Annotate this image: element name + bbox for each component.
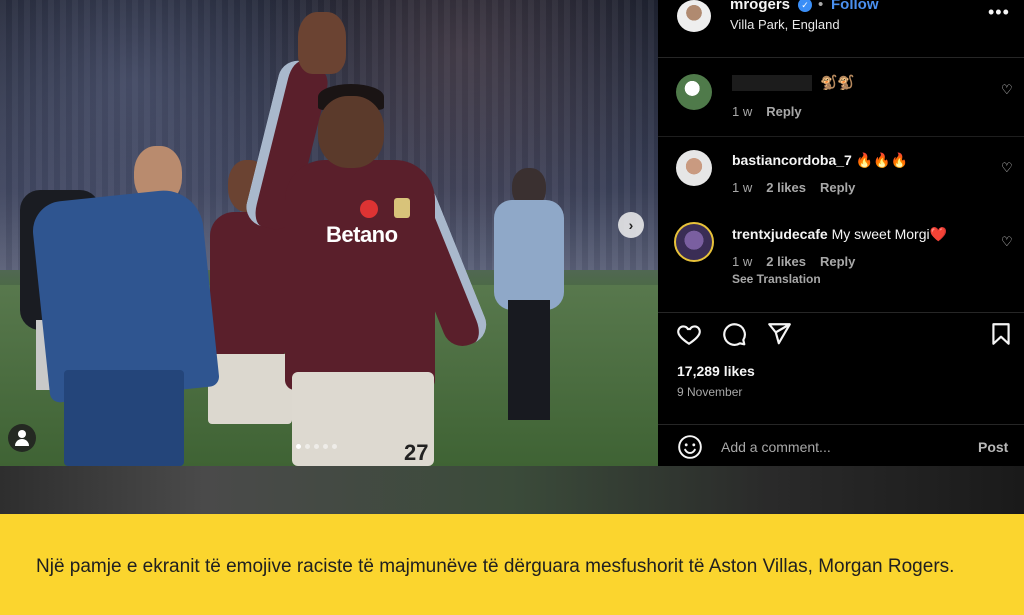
carousel-dot — [332, 444, 337, 449]
steward-legs — [508, 300, 550, 420]
action-bar — [658, 312, 1024, 352]
heart-icon[interactable]: ♡ — [1001, 234, 1013, 250]
carousel-dot — [314, 444, 319, 449]
player-head — [318, 96, 384, 168]
comment-text: trentxjudecafe My sweet Morgi❤️ — [732, 226, 947, 243]
heart-icon[interactable] — [676, 321, 702, 347]
comment-username[interactable]: trentxjudecafe — [732, 226, 828, 242]
player-jersey — [285, 160, 435, 390]
see-translation-link[interactable]: See Translation — [732, 272, 821, 284]
add-comment-bar: Add a comment... Post — [658, 424, 1024, 466]
heart-icon[interactable]: ♡ — [1001, 82, 1013, 98]
comment-meta: 1 w 2 likes Reply — [732, 180, 869, 195]
comment-body: 🐒🐒 — [820, 74, 855, 90]
avatar[interactable] — [676, 150, 712, 186]
teammate-shorts — [208, 354, 292, 424]
sponsor-text: Betano — [326, 222, 398, 247]
caption-bar: Një pamje e ekranit të emojive raciste t… — [0, 514, 1024, 615]
image-caption: Një pamje e ekranit të emojive raciste t… — [36, 556, 955, 577]
comment-time: 1 w — [732, 180, 753, 195]
comment-body: 🔥🔥🔥 — [855, 152, 909, 168]
post-button[interactable]: Post — [978, 439, 1008, 455]
username[interactable]: mrogers — [730, 0, 790, 13]
poppy-badge — [360, 200, 378, 218]
carousel-dot — [296, 444, 301, 449]
redacted-username — [732, 75, 812, 92]
post-date: 9 November — [677, 385, 743, 399]
comment-icon[interactable] — [721, 321, 747, 347]
verified-icon: ✓ — [798, 0, 812, 12]
follow-button[interactable]: Follow — [831, 0, 879, 13]
heart-icon[interactable]: ♡ — [1001, 160, 1013, 176]
location-link[interactable]: Villa Park, England — [730, 17, 840, 32]
post-photo[interactable]: Betano 27 › — [0, 0, 658, 466]
more-options-icon[interactable]: ••• — [988, 2, 1010, 23]
comment-likes[interactable]: 2 likes — [766, 180, 806, 195]
teammate — [210, 212, 290, 362]
avatar[interactable] — [676, 74, 712, 110]
comment-meta: 1 w Reply — [732, 104, 816, 119]
comment-likes[interactable]: 2 likes — [766, 254, 806, 269]
comment-text: bastiancordoba_7 🔥🔥🔥 — [732, 152, 908, 169]
comment-time: 1 w — [732, 254, 753, 269]
carousel-dot — [323, 444, 328, 449]
shirt-number: 27 — [404, 440, 429, 465]
reply-button[interactable]: Reply — [766, 104, 801, 119]
avatar[interactable] — [677, 0, 711, 32]
carousel-dot — [305, 444, 310, 449]
comment-text: 🐒🐒 — [732, 74, 855, 92]
share-icon[interactable] — [766, 321, 792, 347]
reply-button[interactable]: Reply — [820, 180, 855, 195]
likes-count[interactable]: 17,289 likes — [677, 363, 755, 379]
avatar[interactable] — [674, 222, 714, 262]
chevron-right-icon[interactable]: › — [618, 212, 644, 238]
player-hand — [298, 12, 346, 74]
bookmark-icon[interactable] — [988, 321, 1014, 347]
post-header: mrogers ✓ • Follow Villa Park, England •… — [658, 0, 1024, 58]
comment-input[interactable]: Add a comment... — [721, 439, 831, 455]
image-edge-strip — [0, 466, 1024, 514]
user-tag-icon[interactable] — [8, 424, 36, 452]
carousel-dots — [296, 444, 337, 449]
separator-dot: • — [818, 0, 824, 13]
comment-username[interactable]: bastiancordoba_7 — [732, 152, 852, 168]
post-side-panel: mrogers ✓ • Follow Villa Park, England •… — [658, 0, 1024, 466]
emoji-icon[interactable] — [677, 434, 703, 460]
comment-body: My sweet Morgi❤️ — [831, 226, 948, 242]
staff-legs — [64, 370, 184, 466]
steward — [494, 200, 564, 310]
comment-time: 1 w — [732, 104, 753, 119]
reply-button[interactable]: Reply — [820, 254, 855, 269]
club-crest — [394, 198, 410, 218]
divider — [658, 136, 1024, 137]
comment-meta: 1 w 2 likes Reply — [732, 254, 869, 269]
